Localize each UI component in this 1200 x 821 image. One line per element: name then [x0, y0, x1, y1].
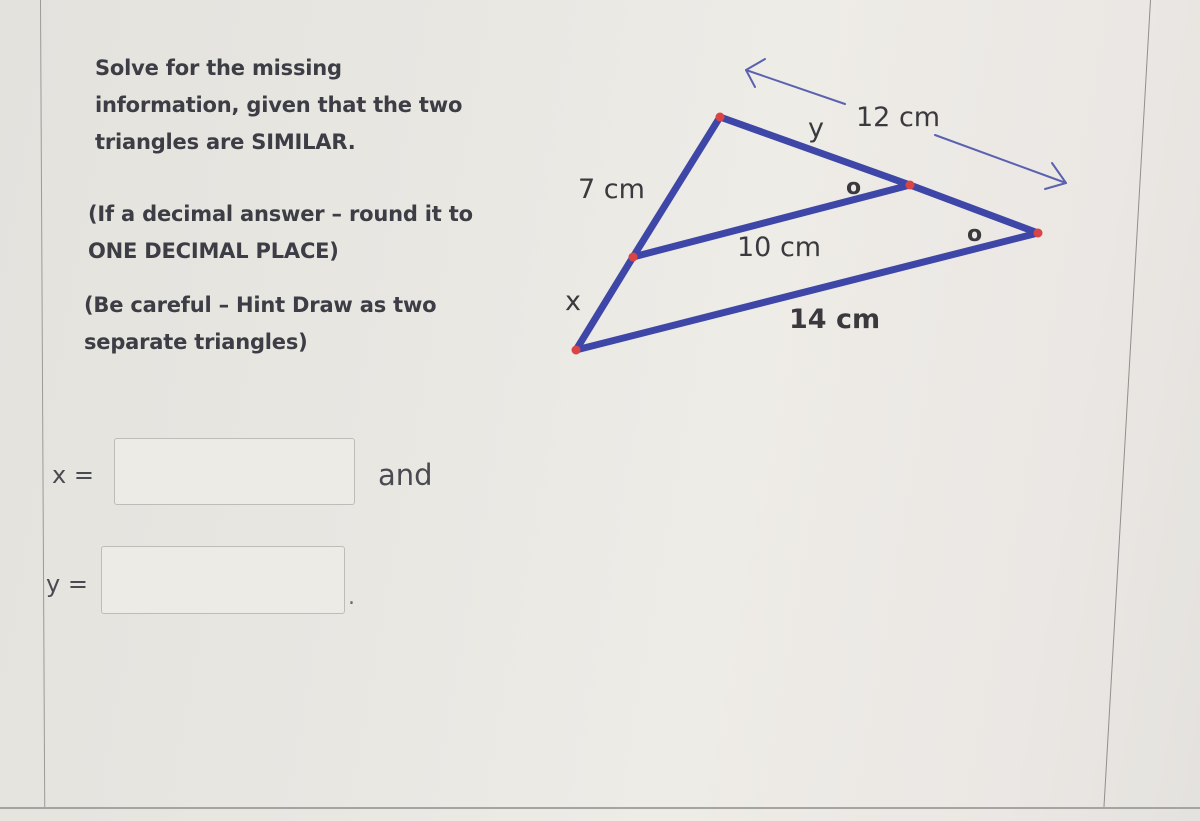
period-mark: . — [348, 585, 355, 610]
rounding-note-line: ONE DECIMAL PLACE) — [88, 239, 339, 263]
side-inner-parallel — [629, 181, 914, 261]
and-text: and — [378, 458, 433, 492]
label-12cm: 12 cm — [856, 102, 940, 133]
vertex-top — [715, 112, 725, 122]
instruction-line: information, given that the two — [95, 93, 463, 117]
hint-note: (Be careful – Hint Draw as two separate … — [84, 287, 544, 361]
side-bottom-left — [572, 253, 637, 354]
label-7cm: 7 cm — [578, 174, 645, 205]
vertex-far-right — [1033, 228, 1043, 238]
hint-note-line: separate triangles) — [84, 330, 308, 354]
x-label: x = — [52, 461, 94, 489]
arrow-up-left-icon — [745, 58, 846, 105]
y-label: y = — [46, 570, 88, 598]
instruction-line: Solve for the missing — [95, 56, 342, 80]
angle-mark-outer: o — [967, 222, 982, 247]
x-answer-input[interactable] — [114, 438, 355, 505]
rounding-note-line: (If a decimal answer – round it to — [88, 202, 473, 226]
page-border-right — [1103, 0, 1151, 808]
side-top-left — [629, 113, 724, 261]
instruction-line: triangles are SIMILAR. — [95, 130, 356, 154]
page-border-bottom — [0, 807, 1200, 809]
rounding-note: (If a decimal answer – round it to ONE D… — [88, 196, 548, 270]
side-top-right — [716, 113, 914, 189]
label-14cm: 14 cm — [789, 304, 880, 335]
page-border-left — [40, 0, 46, 808]
vertex-bottom-left — [571, 345, 581, 355]
side-base — [572, 229, 1042, 354]
label-x: x — [565, 286, 581, 317]
angle-mark-inner: o — [846, 175, 861, 200]
hint-note-line: (Be careful – Hint Draw as two — [84, 293, 437, 317]
label-y: y — [808, 113, 824, 144]
instructions: Solve for the missing information, given… — [95, 50, 535, 161]
y-answer-input[interactable] — [101, 546, 345, 614]
side-outer-right — [906, 181, 1042, 237]
vertex-mid-left — [628, 252, 638, 262]
vertex-mid-right — [905, 180, 915, 190]
label-10cm: 10 cm — [737, 232, 821, 263]
arrow-down-right-icon — [934, 134, 1067, 190]
